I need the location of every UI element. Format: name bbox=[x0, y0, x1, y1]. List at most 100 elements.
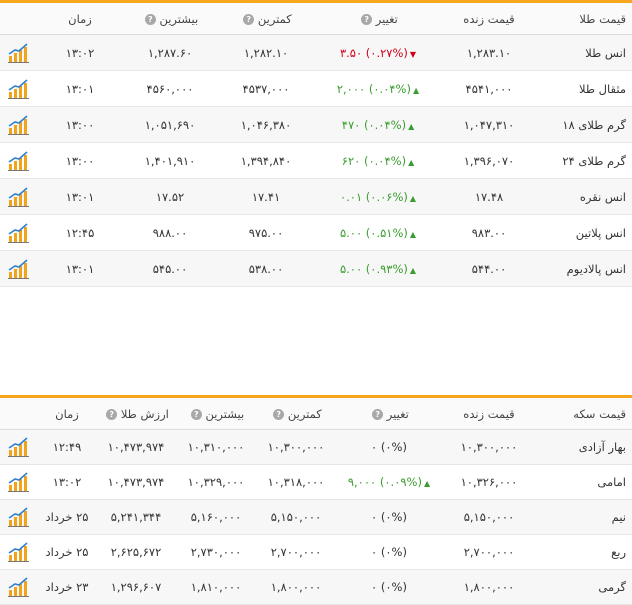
header-low-label: کمترین bbox=[287, 406, 322, 421]
row-low: ۱,۳۹۴,۸۴۰ bbox=[218, 142, 314, 179]
row-live-price: ۴۵۴۱,۰۰۰ bbox=[442, 70, 536, 107]
row-live-price: ۱۰,۳۰۰,۰۰۰ bbox=[442, 429, 536, 465]
row-live-price: ۱,۰۴۷,۳۱۰ bbox=[442, 106, 536, 143]
row-chart-cell[interactable] bbox=[0, 34, 38, 71]
row-name: نیم bbox=[536, 499, 632, 535]
triangle-up-icon: ▲ bbox=[409, 265, 417, 275]
triangle-up-icon: ▲ bbox=[408, 121, 415, 131]
question-circle-icon[interactable]: ? bbox=[243, 13, 255, 25]
header-change: تغییر ? bbox=[314, 3, 442, 35]
question-circle-icon[interactable]: ? bbox=[273, 408, 285, 420]
question-circle-icon[interactable]: ? bbox=[372, 408, 384, 420]
row-change-pct: (۰%) bbox=[380, 510, 407, 524]
header-high: بیشترین ? bbox=[122, 3, 218, 35]
header-gold-value-label: ارزش طلا bbox=[120, 406, 169, 421]
row-name: انس پلاتین bbox=[536, 214, 632, 251]
row-high: ۹۸۸.۰۰ bbox=[122, 214, 218, 251]
row-gold-value: ۱,۲۹۶,۶۰۷ bbox=[96, 569, 176, 605]
table-row: ربع۲,۷۰۰,۰۰۰▲(۰%) ۰۲,۷۰۰,۰۰۰۲,۷۳۰,۰۰۰۲,۶… bbox=[0, 534, 632, 570]
bar-chart-icon[interactable] bbox=[8, 114, 30, 135]
question-circle-icon[interactable]: ? bbox=[106, 408, 118, 420]
row-change-pct: (۰%) bbox=[380, 440, 407, 454]
row-high: ۵۴۵.۰۰ bbox=[122, 250, 218, 287]
question-circle-icon[interactable]: ? bbox=[361, 13, 373, 25]
header-low: کمترین ? bbox=[218, 3, 314, 35]
row-low: ۱,۲۸۲.۱۰ bbox=[218, 34, 314, 71]
row-change: ▲(۰%) ۰ bbox=[336, 534, 442, 570]
row-chart-cell[interactable] bbox=[0, 142, 38, 179]
row-change-pct: (۰.۲۷%) bbox=[365, 45, 408, 60]
bar-chart-icon[interactable] bbox=[8, 507, 30, 527]
bar-chart-icon[interactable] bbox=[8, 186, 30, 207]
row-time: ۱۳:۰۱ bbox=[38, 178, 122, 215]
row-name: امامی bbox=[536, 464, 632, 500]
row-name: انس نقره bbox=[536, 178, 632, 215]
row-change-pct: (۰.۰۴%) bbox=[368, 81, 411, 96]
row-chart-cell[interactable] bbox=[0, 214, 38, 251]
bar-chart-icon[interactable] bbox=[8, 78, 30, 99]
row-change: ▲(۰.۰۶%) ۰.۰۱ bbox=[314, 178, 442, 215]
table-row: امامی ۱۰,۳۲۶,۰۰۰ ▲(۰.۰۹%) ۹,۰۰۰ ۱۰,۳۱۸,۰۰۰ ۱… bbox=[0, 464, 632, 500]
row-high: ۱۷.۵۲ bbox=[122, 178, 218, 215]
bar-chart-icon[interactable] bbox=[8, 577, 30, 597]
header-change-label: تغییر bbox=[375, 11, 398, 26]
triangle-up-icon: ▲ bbox=[413, 85, 420, 95]
bar-chart-icon[interactable] bbox=[8, 437, 30, 457]
table-row: گرم طلای ۲۴ ۱,۳۹۶,۰۷۰ ▲(۰.۰۴%) ۶۲۰ ۱,۳۹۴,۸۴… bbox=[0, 142, 632, 179]
row-chart-cell[interactable] bbox=[0, 534, 38, 570]
bar-chart-icon[interactable] bbox=[8, 258, 30, 279]
table-row: مثقال طلا ۴۵۴۱,۰۰۰ ▲(۰.۰۴%) ۲,۰۰۰ ۴۵۳۷,۰۰۰ ۴… bbox=[0, 70, 632, 107]
row-time: ۱۲:۴۹ bbox=[38, 429, 96, 465]
row-chart-cell[interactable] bbox=[0, 429, 38, 465]
row-change-pct: (۰.۰۶%) bbox=[365, 189, 408, 204]
header-change: تغییر ? bbox=[336, 398, 442, 430]
row-high: ۵,۱۶۰,۰۰۰ bbox=[176, 499, 256, 535]
row-name: بهار آزادی bbox=[536, 429, 632, 465]
header-chart bbox=[0, 398, 38, 430]
row-chart-cell[interactable] bbox=[0, 178, 38, 215]
row-time: ۲۳ خرداد bbox=[38, 569, 96, 605]
row-high: ۱,۲۸۷.۶۰ bbox=[122, 34, 218, 71]
question-circle-icon[interactable]: ? bbox=[190, 408, 202, 420]
row-name: گرمی bbox=[536, 569, 632, 605]
row-time: ۱۳:۰۲ bbox=[38, 464, 96, 500]
row-change-value: ۲,۰۰۰ bbox=[336, 81, 366, 96]
row-change-value: ۰ bbox=[371, 440, 378, 454]
row-chart-cell[interactable] bbox=[0, 464, 38, 500]
bar-chart-icon[interactable] bbox=[8, 542, 30, 562]
bar-chart-icon[interactable] bbox=[8, 222, 30, 243]
row-chart-cell[interactable] bbox=[0, 250, 38, 287]
gold-table-header: قیمت طلا قیمت زنده تغییر ? کمترین ? بیشت… bbox=[0, 3, 632, 35]
bar-chart-icon[interactable] bbox=[8, 42, 30, 63]
triangle-down-icon: ▼ bbox=[409, 49, 417, 59]
row-chart-cell[interactable] bbox=[0, 70, 38, 107]
row-chart-cell[interactable] bbox=[0, 499, 38, 535]
row-chart-cell[interactable] bbox=[0, 569, 38, 605]
header-live-price: قیمت زنده bbox=[442, 3, 536, 35]
row-live-price: ۵,۱۵۰,۰۰۰ bbox=[442, 499, 536, 535]
bar-chart-icon[interactable] bbox=[8, 472, 30, 492]
row-change-pct: (۰%) bbox=[380, 580, 407, 594]
row-low: ۲,۷۰۰,۰۰۰ bbox=[256, 534, 336, 570]
table-row: نیم۵,۱۵۰,۰۰۰▲(۰%) ۰۵,۱۵۰,۰۰۰۵,۱۶۰,۰۰۰۵,۲… bbox=[0, 499, 632, 535]
row-change: ▲(۰.۰۴%) ۲,۰۰۰ bbox=[314, 70, 442, 107]
row-time: ۲۵ خرداد bbox=[38, 499, 96, 535]
row-chart-cell[interactable] bbox=[0, 106, 38, 143]
row-low: ۵,۱۵۰,۰۰۰ bbox=[256, 499, 336, 535]
row-high: ۱,۰۵۱,۶۹۰ bbox=[122, 106, 218, 143]
question-circle-icon[interactable]: ? bbox=[144, 13, 156, 25]
triangle-up-icon: ▲ bbox=[409, 229, 417, 239]
row-time: ۱۳:۰۲ bbox=[38, 34, 122, 71]
gold-table-body: انس طلا ۱,۲۸۳.۱۰ ▼(۰.۲۷%) ۳.۵۰ ۱,۲۸۲.۱۰ ۱,۲۸… bbox=[0, 34, 632, 287]
header-time: زمان bbox=[38, 3, 122, 35]
header-live-price: قیمت زنده bbox=[442, 398, 536, 430]
row-change-value: ۴۷۰ bbox=[341, 117, 361, 132]
bar-chart-icon[interactable] bbox=[8, 150, 30, 171]
row-change-value: ۰ bbox=[371, 545, 378, 559]
row-change-value: ۹,۰۰۰ bbox=[347, 475, 377, 489]
row-change-value: ۰.۰۱ bbox=[339, 189, 363, 204]
row-live-price: ۱۰,۳۲۶,۰۰۰ bbox=[442, 464, 536, 500]
row-gold-value: ۱۰,۴۷۳,۹۷۴ bbox=[96, 429, 176, 465]
header-high: بیشترین ? bbox=[176, 398, 256, 430]
table-row: انس پلاتین ۹۸۳.۰۰ ▲(۰.۵۱%) ۵.۰۰ ۹۷۵.۰۰ ۹۸۸.۰… bbox=[0, 214, 632, 251]
